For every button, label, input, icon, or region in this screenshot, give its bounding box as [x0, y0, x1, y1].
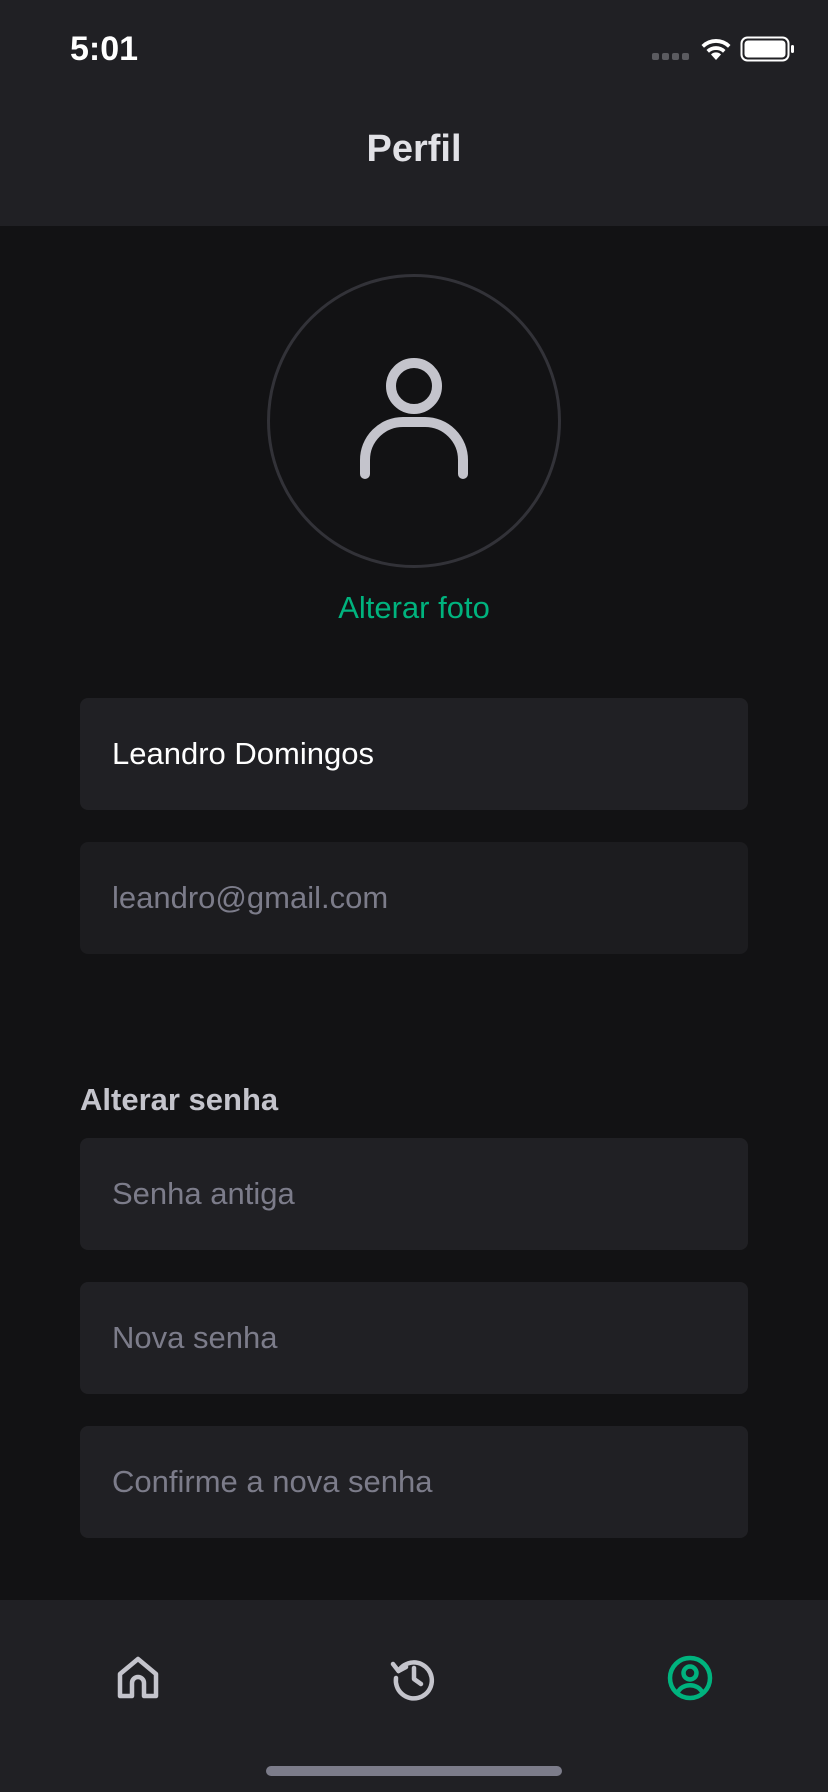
- tab-bar: [0, 1600, 828, 1792]
- history-icon: [390, 1660, 435, 1701]
- home-indicator: [266, 1766, 562, 1776]
- avatar[interactable]: [267, 274, 561, 568]
- profile-icon: [667, 1655, 713, 1701]
- old-password-field[interactable]: Senha antiga: [80, 1138, 748, 1250]
- wifi-icon: [701, 38, 731, 60]
- confirm-password-field[interactable]: Confirme a nova senha: [80, 1426, 748, 1538]
- home-icon: [117, 1656, 159, 1699]
- battery-icon: [740, 36, 794, 62]
- profile-screen: 5:01 Perfil Alterar foto Leandro Domingo…: [0, 0, 828, 1792]
- tab-history[interactable]: [390, 1654, 438, 1702]
- change-password-label: Alterar senha: [80, 1082, 279, 1117]
- email-field: leandro@gmail.com: [80, 842, 748, 954]
- cellular-signal-icon: [652, 53, 692, 61]
- status-time: 5:01: [70, 30, 139, 68]
- name-field[interactable]: Leandro Domingos: [80, 698, 748, 810]
- change-photo-button[interactable]: Alterar foto: [0, 590, 828, 626]
- tab-profile[interactable]: [666, 1654, 714, 1702]
- user-icon: [360, 358, 468, 479]
- new-password-field[interactable]: Nova senha: [80, 1282, 748, 1394]
- tab-home[interactable]: [114, 1654, 162, 1702]
- page-title: Perfil: [366, 128, 462, 170]
- header: 5:01 Perfil: [0, 0, 828, 226]
